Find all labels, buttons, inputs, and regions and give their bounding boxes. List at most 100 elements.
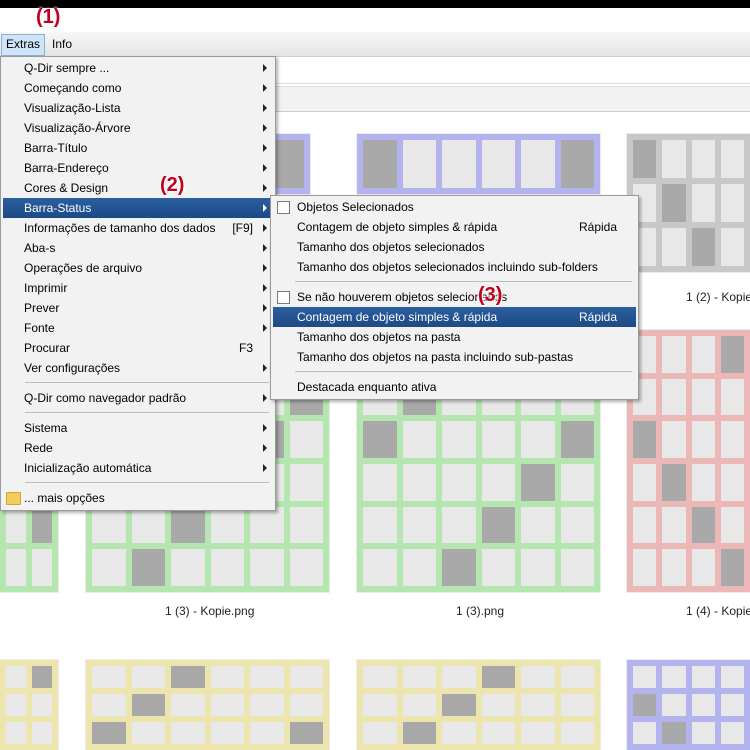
- submenu-item-destacada-enquanto-ativa[interactable]: Destacada enquanto ativa: [273, 377, 636, 397]
- thumbnail-cell: [32, 694, 52, 716]
- menu-item-imprimir[interactable]: Imprimir: [3, 278, 273, 298]
- submenu-arrow-icon: [263, 204, 267, 212]
- thumbnail-cell: [691, 378, 715, 416]
- thumbnail-cell: [131, 694, 165, 716]
- thumbnail-cell: [92, 694, 126, 716]
- thumbnail-cell: [442, 506, 476, 544]
- thumbnail-cell: [442, 549, 476, 586]
- menu-item-comecando-como[interactable]: Começando como: [3, 78, 273, 98]
- thumbnail-cell: [402, 549, 436, 586]
- thumbnail-cell: [210, 694, 244, 716]
- thumbnail-cell: [171, 506, 205, 544]
- menu-item-ver-configuracoes[interactable]: Ver configurações: [3, 358, 273, 378]
- submenu-item-tamanho-dos-objetos-selecionados[interactable]: Tamanho dos objetos selecionados: [273, 237, 636, 257]
- thumbnail-cell: [662, 506, 686, 544]
- thumbnail-cell: [32, 722, 52, 744]
- menu-item-prever[interactable]: Prever: [3, 298, 273, 318]
- menu-separator: [25, 482, 269, 483]
- menu-item-rede[interactable]: Rede: [3, 438, 273, 458]
- menu-item-sistema[interactable]: Sistema: [3, 418, 273, 438]
- submenu-item-label: Contagem de objeto simples & rápida: [297, 310, 498, 324]
- menu-item-inicializacao-automatica[interactable]: Inicialização automática: [3, 458, 273, 478]
- menu-extras[interactable]: Extras: [1, 34, 46, 56]
- thumbnail-cell: [662, 336, 686, 373]
- menu-item-label: Q-Dir como navegador padrão: [24, 391, 187, 405]
- menu-item-aba-s[interactable]: Aba-s: [3, 238, 273, 258]
- menu-item-mais-opcoes[interactable]: ... mais opções: [3, 488, 273, 508]
- thumbnail-cell: [633, 722, 657, 744]
- menu-item-barra-endereco[interactable]: Barra-Endereço: [3, 158, 273, 178]
- submenu-item-label: Tamanho dos objetos selecionados: [297, 240, 485, 254]
- menu-item-cores-design[interactable]: Cores & Design: [3, 178, 273, 198]
- thumbnail-image: [627, 660, 750, 750]
- menu-item-q-dir-sempre[interactable]: Q-Dir sempre ...: [3, 58, 273, 78]
- thumbnail-cell: [720, 184, 744, 222]
- submenu-arrow-icon: [263, 424, 267, 432]
- file-thumbnail[interactable]: [627, 660, 750, 750]
- thumbnail-cell: [6, 549, 26, 586]
- thumbnail-cell: [442, 421, 476, 458]
- submenu-item-tamanho-dos-objetos-na-pasta-incluindo-sub-pastas[interactable]: Tamanho dos objetos na pasta incluindo s…: [273, 347, 636, 367]
- thumbnail-cell: [481, 421, 515, 458]
- address-bar[interactable]: [270, 86, 750, 112]
- menu-item-barra-status[interactable]: Barra-Status: [3, 198, 273, 218]
- thumbnail-cell: [662, 694, 686, 716]
- menu-info[interactable]: Info: [48, 34, 76, 54]
- submenu-item-tamanho-dos-objetos-na-pasta[interactable]: Tamanho dos objetos na pasta: [273, 327, 636, 347]
- file-caption-1-3-kopie: 1 (3) - Kopie.png: [165, 604, 255, 618]
- thumbnail-cell: [662, 421, 686, 458]
- thumbnail-cell: [560, 464, 594, 501]
- menu-separator: [25, 382, 269, 383]
- thumbnail-image: [0, 660, 58, 750]
- submenu-item-label: Se não houverem objetos selecionados: [297, 290, 508, 304]
- extras-menu: Q-Dir sempre ... Começando como Visualizaç…: [0, 56, 276, 511]
- submenu-arrow-icon: [263, 64, 267, 72]
- submenu-item-tamanho-dos-objetos-selecionados-incluindo-sub-folders[interactable]: Tamanho dos objetos selecionados incluin…: [273, 257, 636, 277]
- thumbnail-cell: [250, 549, 284, 586]
- thumbnail-cell: [720, 378, 744, 416]
- thumbnail-cell: [691, 336, 715, 373]
- thumbnail-cell: [521, 464, 555, 501]
- submenu-item-objetos-selecionados[interactable]: Objetos Selecionados: [273, 197, 636, 217]
- menu-item-visualizacao-arvore[interactable]: Visualização-Árvore: [3, 118, 273, 138]
- thumbnail-cell: [6, 722, 26, 744]
- thumbnail-cell: [521, 506, 555, 544]
- submenu-arrow-icon: [263, 304, 267, 312]
- thumbnail-cell: [560, 506, 594, 544]
- submenu-item-contagem-de-objeto-simples-rapida[interactable]: Contagem de objeto simples & rápida Rápid…: [273, 307, 636, 327]
- menu-item-informacoes-de-tamanho-dos-dados[interactable]: Informações de tamanho dos dados [F9]: [3, 218, 273, 238]
- file-thumbnail[interactable]: [627, 134, 750, 272]
- submenu-item-label: Destacada enquanto ativa: [297, 380, 437, 394]
- submenu-arrow-icon: [263, 184, 267, 192]
- thumbnail-cell: [691, 666, 715, 688]
- file-thumbnail[interactable]: [0, 660, 58, 750]
- file-thumbnail[interactable]: [86, 660, 329, 750]
- submenu-item-se-nao-houverem-objetos-selecionados[interactable]: Se não houverem objetos selecionados: [273, 287, 636, 307]
- menu-item-label: Fonte: [24, 321, 55, 335]
- thumbnail-cell: [720, 549, 744, 586]
- thumbnail-cell: [442, 140, 476, 188]
- thumbnail-cell: [481, 140, 515, 188]
- callout-1: (1): [36, 6, 61, 28]
- thumbnail-cell: [363, 722, 397, 744]
- submenu-arrow-icon: [263, 124, 267, 132]
- menu-item-operacoes-de-arquivo[interactable]: Operações de arquivo: [3, 258, 273, 278]
- thumbnail-cell: [521, 140, 555, 188]
- submenu-item-label: Contagem de objeto simples & rápida: [297, 220, 498, 234]
- submenu-item-label: Tamanho dos objetos na pasta incluindo s…: [297, 350, 574, 364]
- thumbnail-cell: [402, 421, 436, 458]
- submenu-arrow-icon: [263, 144, 267, 152]
- menu-item-visualizacao-lista[interactable]: Visualização-Lista: [3, 98, 273, 118]
- file-thumbnail[interactable]: [270, 134, 310, 194]
- file-thumbnail[interactable]: [357, 134, 600, 194]
- menu-item-fonte[interactable]: Fonte: [3, 318, 273, 338]
- menu-item-procurar[interactable]: Procurar F3: [3, 338, 273, 358]
- checkbox-icon: [277, 201, 290, 214]
- thumbnail-cell: [442, 666, 476, 688]
- submenu-item-contagem-de-objeto-simples-rapida[interactable]: Contagem de objeto simples & rápida Rápid…: [273, 217, 636, 237]
- thumbnail-cell: [481, 464, 515, 501]
- menu-item-barra-titulo[interactable]: Barra-Título: [3, 138, 273, 158]
- file-thumbnail[interactable]: [357, 660, 600, 750]
- menu-item-q-dir-como-navegador-padrao[interactable]: Q-Dir como navegador padrão: [3, 388, 273, 408]
- file-thumbnail[interactable]: [627, 330, 750, 592]
